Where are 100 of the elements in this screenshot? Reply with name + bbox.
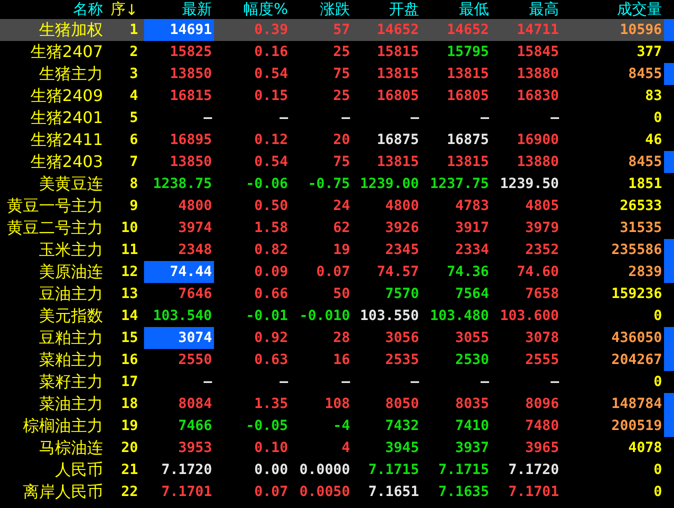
table-cell-text: 13880 bbox=[516, 153, 560, 172]
table-cell-text: 103.550 bbox=[358, 307, 420, 326]
table-cell-text: 15795 bbox=[446, 43, 490, 62]
table-cell-text: 0.10 bbox=[253, 439, 289, 458]
table-cell-text: 8084 bbox=[177, 395, 213, 414]
table-cell-text: 7.1715 bbox=[367, 461, 420, 480]
table-cell-text: 生猪2409 bbox=[29, 85, 103, 106]
table-cell-text: 生猪2401 bbox=[29, 107, 103, 128]
table-cell-text: 3055 bbox=[454, 329, 490, 348]
column-header[interactable]: 幅度% bbox=[244, 0, 288, 19]
table-cell-text: 0.07 bbox=[253, 483, 289, 502]
sort-arrow: ↓ bbox=[125, 0, 138, 18]
table-cell: 3074 bbox=[144, 327, 214, 349]
table-cell-text: 13 bbox=[120, 285, 139, 304]
table-cell-text: 4800 bbox=[177, 197, 213, 216]
table-cell-text: 0 bbox=[652, 373, 663, 392]
table-cell-text: 159236 bbox=[610, 285, 663, 304]
table-cell-text: 0.66 bbox=[253, 285, 289, 304]
table-cell-text: 6 bbox=[128, 131, 139, 150]
table-cell-text: 13815 bbox=[446, 65, 490, 84]
table-cell-text: 13815 bbox=[376, 65, 420, 84]
column-header[interactable]: 开盘 bbox=[389, 0, 419, 19]
table-cell-text: -0.06 bbox=[244, 175, 289, 194]
table-cell-text: 7.1701 bbox=[160, 483, 213, 502]
table-cell-text: — bbox=[550, 373, 560, 392]
table-cell-text: 0 bbox=[652, 109, 663, 128]
table-cell-text: 13880 bbox=[516, 65, 560, 84]
table-cell-text: 菜籽主力 bbox=[38, 371, 103, 392]
table-cell-text: 1.58 bbox=[253, 219, 289, 238]
table-cell-text: 玉米主力 bbox=[38, 239, 103, 260]
table-cell-text: — bbox=[278, 373, 289, 392]
table-cell-text: 16805 bbox=[446, 87, 490, 106]
table-cell-text: 0 bbox=[652, 461, 663, 480]
table-cell-text: 生猪2411 bbox=[29, 129, 103, 150]
table-cell-text: 62 bbox=[332, 219, 351, 238]
table-cell-text: 74.36 bbox=[446, 263, 490, 282]
table-cell-text: 0.12 bbox=[253, 131, 289, 150]
table-cell-text: 0.54 bbox=[253, 153, 289, 172]
table-cell-text: 13815 bbox=[376, 153, 420, 172]
table-cell-text: 7.1701 bbox=[507, 483, 560, 502]
table-cell-text: 5 bbox=[128, 109, 139, 128]
table-cell-text: 31535 bbox=[618, 219, 663, 238]
table-cell-text: 菜粕主力 bbox=[38, 349, 103, 370]
table-cell-text: 16 bbox=[332, 351, 351, 370]
table-cell-text: 15845 bbox=[516, 43, 560, 62]
column-header[interactable]: 最新 bbox=[182, 0, 212, 19]
column-header[interactable]: 名称 bbox=[73, 0, 103, 19]
table-cell-text: — bbox=[202, 109, 213, 128]
table-cell-text: -4 bbox=[332, 417, 351, 436]
table-cell-text: — bbox=[278, 109, 289, 128]
table-cell-text: 24 bbox=[332, 197, 351, 216]
table-cell-text: 马棕油连 bbox=[38, 437, 103, 458]
table-cell-text: 7.1720 bbox=[507, 461, 560, 480]
table-cell-text: 0.63 bbox=[253, 351, 289, 370]
table-cell-text: 16875 bbox=[446, 131, 490, 150]
table-cell-text: 28 bbox=[332, 329, 351, 348]
table-cell-text: 3 bbox=[128, 65, 139, 84]
table-cell-text: 0.09 bbox=[253, 263, 289, 282]
table-cell-text: 16895 bbox=[168, 131, 213, 150]
column-header[interactable]: 最高 bbox=[529, 0, 559, 19]
table-cell-text: 4783 bbox=[454, 197, 490, 216]
table-cell-text: 15 bbox=[120, 329, 139, 348]
table-cell-text: 棕榈油主力 bbox=[22, 415, 103, 436]
column-header[interactable]: 涨跌 bbox=[320, 0, 350, 19]
table-cell-text: 美原油连 bbox=[38, 261, 103, 282]
table-cell-text: 16815 bbox=[168, 87, 213, 106]
table-cell-text: 2345 bbox=[384, 241, 420, 260]
table-cell-text: 1239.50 bbox=[498, 175, 560, 194]
table-cell-text: 0 bbox=[652, 483, 663, 502]
table-cell-text: -0.01 bbox=[244, 307, 289, 326]
column-header[interactable]: 序 bbox=[110, 0, 126, 19]
table-cell-text: 7658 bbox=[524, 285, 560, 304]
table-cell-text: 3917 bbox=[454, 219, 490, 238]
table-cell-text: 74.57 bbox=[376, 263, 420, 282]
table-cell-text: — bbox=[480, 109, 490, 128]
table-cell-text: 7.1715 bbox=[437, 461, 490, 480]
table-cell-text: 8035 bbox=[454, 395, 490, 414]
table-cell-text: 7432 bbox=[384, 417, 420, 436]
table-cell-text: 4 bbox=[340, 439, 351, 458]
table-cell: 14691 bbox=[144, 19, 214, 41]
table-cell-text: 7.1651 bbox=[367, 483, 420, 502]
column-header[interactable]: 最低 bbox=[459, 0, 489, 19]
table-cell-text: 8 bbox=[128, 175, 139, 194]
table-cell-text: 2550 bbox=[177, 351, 213, 370]
column-header[interactable]: 成交量 bbox=[617, 0, 662, 19]
table-cell-text: 0.92 bbox=[253, 329, 289, 348]
table-cell-text: 3965 bbox=[524, 439, 560, 458]
table-cell-text: 0.15 bbox=[253, 87, 289, 106]
table-cell-text: 0.0050 bbox=[298, 483, 351, 502]
table-cell-text: 1 bbox=[128, 21, 139, 40]
table-cell-text: 204267 bbox=[610, 351, 663, 370]
table-cell-text: 黄豆二号主力 bbox=[6, 217, 103, 238]
table-cell-text: — bbox=[340, 109, 351, 128]
table-cell-text: 0.0000 bbox=[298, 461, 351, 480]
table-cell-text: 7.1635 bbox=[437, 483, 490, 502]
table-cell-text: 2334 bbox=[454, 241, 490, 260]
table-cell-text: 13815 bbox=[446, 153, 490, 172]
table-cell-text: 2348 bbox=[177, 241, 213, 260]
quote-row[interactable]: 生猪加权 1 14691 0.39 57 14652 14652 14711 10596 bbox=[0, 19, 674, 41]
table-cell-text: — bbox=[550, 109, 560, 128]
